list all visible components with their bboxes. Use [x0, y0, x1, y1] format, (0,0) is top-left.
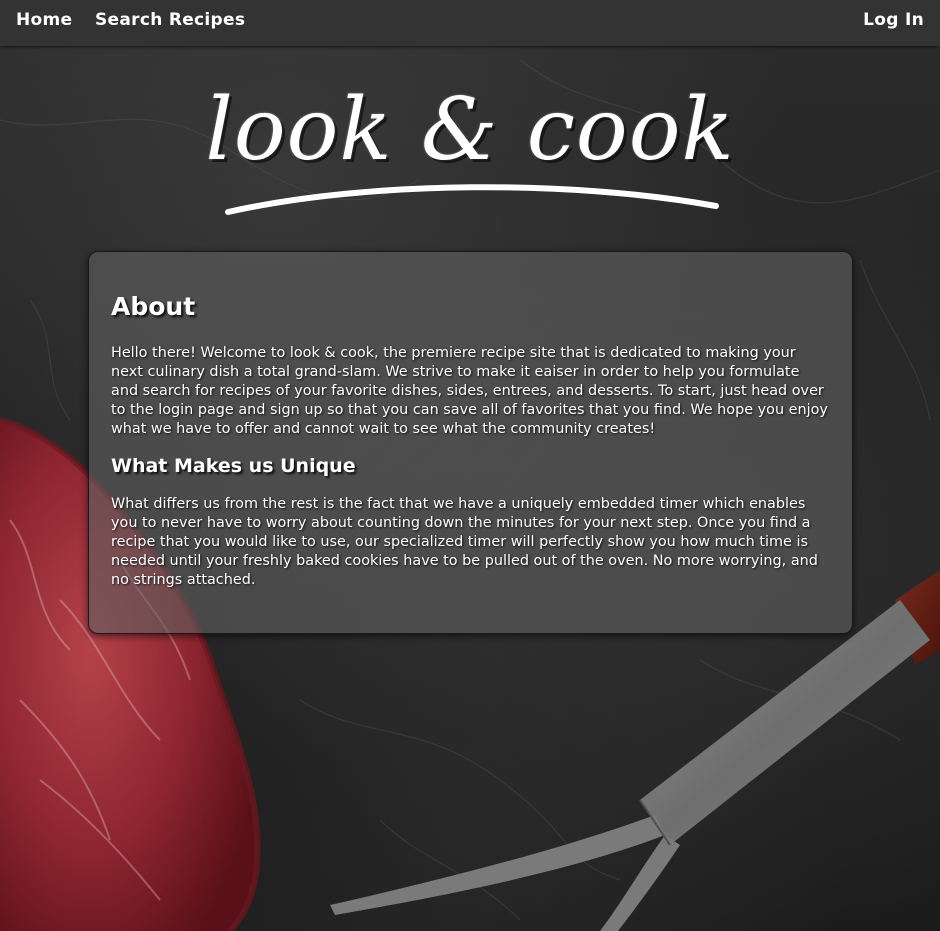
- top-navbar: Home Search Recipes Log In: [0, 0, 940, 46]
- unique-heading: What Makes us Unique: [111, 455, 356, 477]
- about-heading: About: [111, 292, 196, 321]
- nav-login-link[interactable]: Log In: [863, 10, 924, 30]
- about-card: About Hello there! Welcome to look & coo…: [88, 251, 853, 634]
- nav-search-recipes-link[interactable]: Search Recipes: [95, 10, 245, 30]
- about-text: Hello there! Welcome to look & cook, the…: [111, 345, 828, 437]
- logo-underline: [225, 184, 719, 215]
- unique-text: What differs us from the rest is the fac…: [111, 496, 818, 588]
- nav-home-link[interactable]: Home: [16, 10, 72, 30]
- site-logo: look & cook: [200, 70, 740, 230]
- logo-text: look & cook: [205, 80, 735, 180]
